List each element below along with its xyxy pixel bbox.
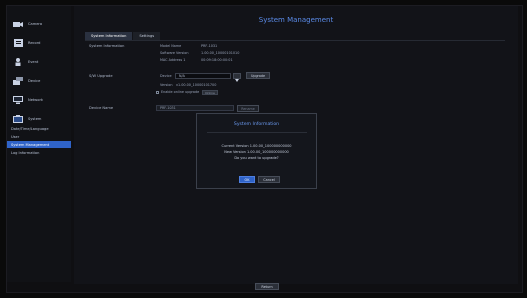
chevron-down-icon	[235, 67, 239, 86]
software-version-label: Software Version	[160, 51, 189, 55]
sidebar-item-event[interactable]: Event	[7, 55, 71, 69]
sidebar-item-device[interactable]: Device	[7, 74, 71, 88]
sidebar-sub-item-label: User	[11, 134, 20, 139]
upgrade-question-text: Do you want to upgrade?	[234, 156, 279, 160]
online-upgrade-checkbox[interactable]	[156, 91, 159, 94]
device-select[interactable]: N/A	[175, 73, 231, 79]
rename-button[interactable]: Rename	[237, 105, 259, 112]
version-label: Version	[160, 83, 173, 87]
device-name-input[interactable]: PRF-1031	[156, 105, 234, 111]
sidebar-item-network[interactable]: Network	[7, 93, 71, 107]
model-name-value: PRF-1031	[201, 44, 218, 48]
sidebar-sub-item-date-time-language[interactable]: Date/Time/Language	[7, 125, 71, 132]
network-icon	[13, 96, 23, 104]
sidebar-item-label: Camera	[28, 22, 43, 26]
software-version-value: 1.00.00_10000101010	[201, 51, 240, 55]
tab-divider	[85, 40, 505, 41]
online-upgrade-button[interactable]: Online	[202, 90, 218, 95]
model-name-label: Model Name	[160, 44, 182, 48]
sidebar-item-label: Record	[28, 41, 41, 45]
camera-icon	[13, 20, 23, 28]
device-icon	[13, 77, 23, 85]
system-information-dialog: System Information Current Version 1.00.…	[196, 113, 317, 189]
device-label: Device	[160, 74, 172, 78]
device-name-value: PRF-1031	[160, 106, 176, 110]
sidebar-sub-item-log-information[interactable]: Log Information	[7, 149, 71, 156]
record-icon	[13, 39, 23, 47]
sidebar-item-label: System	[28, 117, 42, 121]
current-version-text: Current Version 1.00.00_100000000000	[221, 144, 292, 148]
dialog-divider	[207, 132, 307, 133]
sidebar-item-camera[interactable]: Camera	[7, 17, 71, 31]
page-title: System Management	[258, 16, 334, 24]
sidebar-sub-item-label: System Management	[11, 142, 50, 147]
mac-address-value: 00:09:18:00:00:01	[201, 58, 233, 62]
sidebar-sub-item-label: Date/Time/Language	[11, 126, 49, 131]
cancel-button[interactable]: Cancel	[258, 176, 280, 183]
sidebar-item-record[interactable]: Record	[7, 36, 71, 50]
upgrade-button[interactable]: Upgrade	[246, 72, 270, 79]
tab-settings[interactable]: Settings	[133, 32, 161, 40]
system-information-label: System Information	[89, 44, 125, 48]
sw-upgrade-label: S/W Upgrade	[89, 74, 113, 78]
device-name-label: Device Name	[89, 106, 114, 110]
sidebar-sub-item-user[interactable]: User	[7, 133, 71, 140]
return-button[interactable]: Return	[255, 283, 279, 290]
dialog-title: System Information	[233, 122, 280, 127]
sidebar-item-label: Event	[28, 60, 39, 64]
sidebar-sub-item-label: Log Information	[11, 150, 40, 155]
new-version-text: New Version 1.00.00_100000000000	[224, 150, 289, 154]
tab-system-information[interactable]: System Information	[85, 32, 133, 40]
mac-address-label: MAC Address 1	[160, 58, 186, 62]
sidebar-sub-item-system-management[interactable]: System Management	[7, 141, 71, 148]
sidebar: Camera Record Event Device Network Syste…	[7, 6, 71, 282]
version-value: v1.00.00_10000101700	[176, 83, 217, 87]
device-dropdown-button[interactable]	[233, 73, 241, 82]
ok-button[interactable]: OK	[239, 176, 255, 183]
online-upgrade-label: Enable online upgrade	[161, 90, 200, 94]
device-select-value: N/A	[179, 74, 185, 78]
system-icon	[13, 115, 23, 123]
sidebar-item-label: Network	[28, 98, 44, 102]
sidebar-item-system[interactable]: System	[7, 112, 71, 126]
tab-bar: System Information Settings	[85, 32, 161, 40]
sidebar-item-label: Device	[28, 79, 41, 83]
event-icon	[13, 58, 23, 66]
